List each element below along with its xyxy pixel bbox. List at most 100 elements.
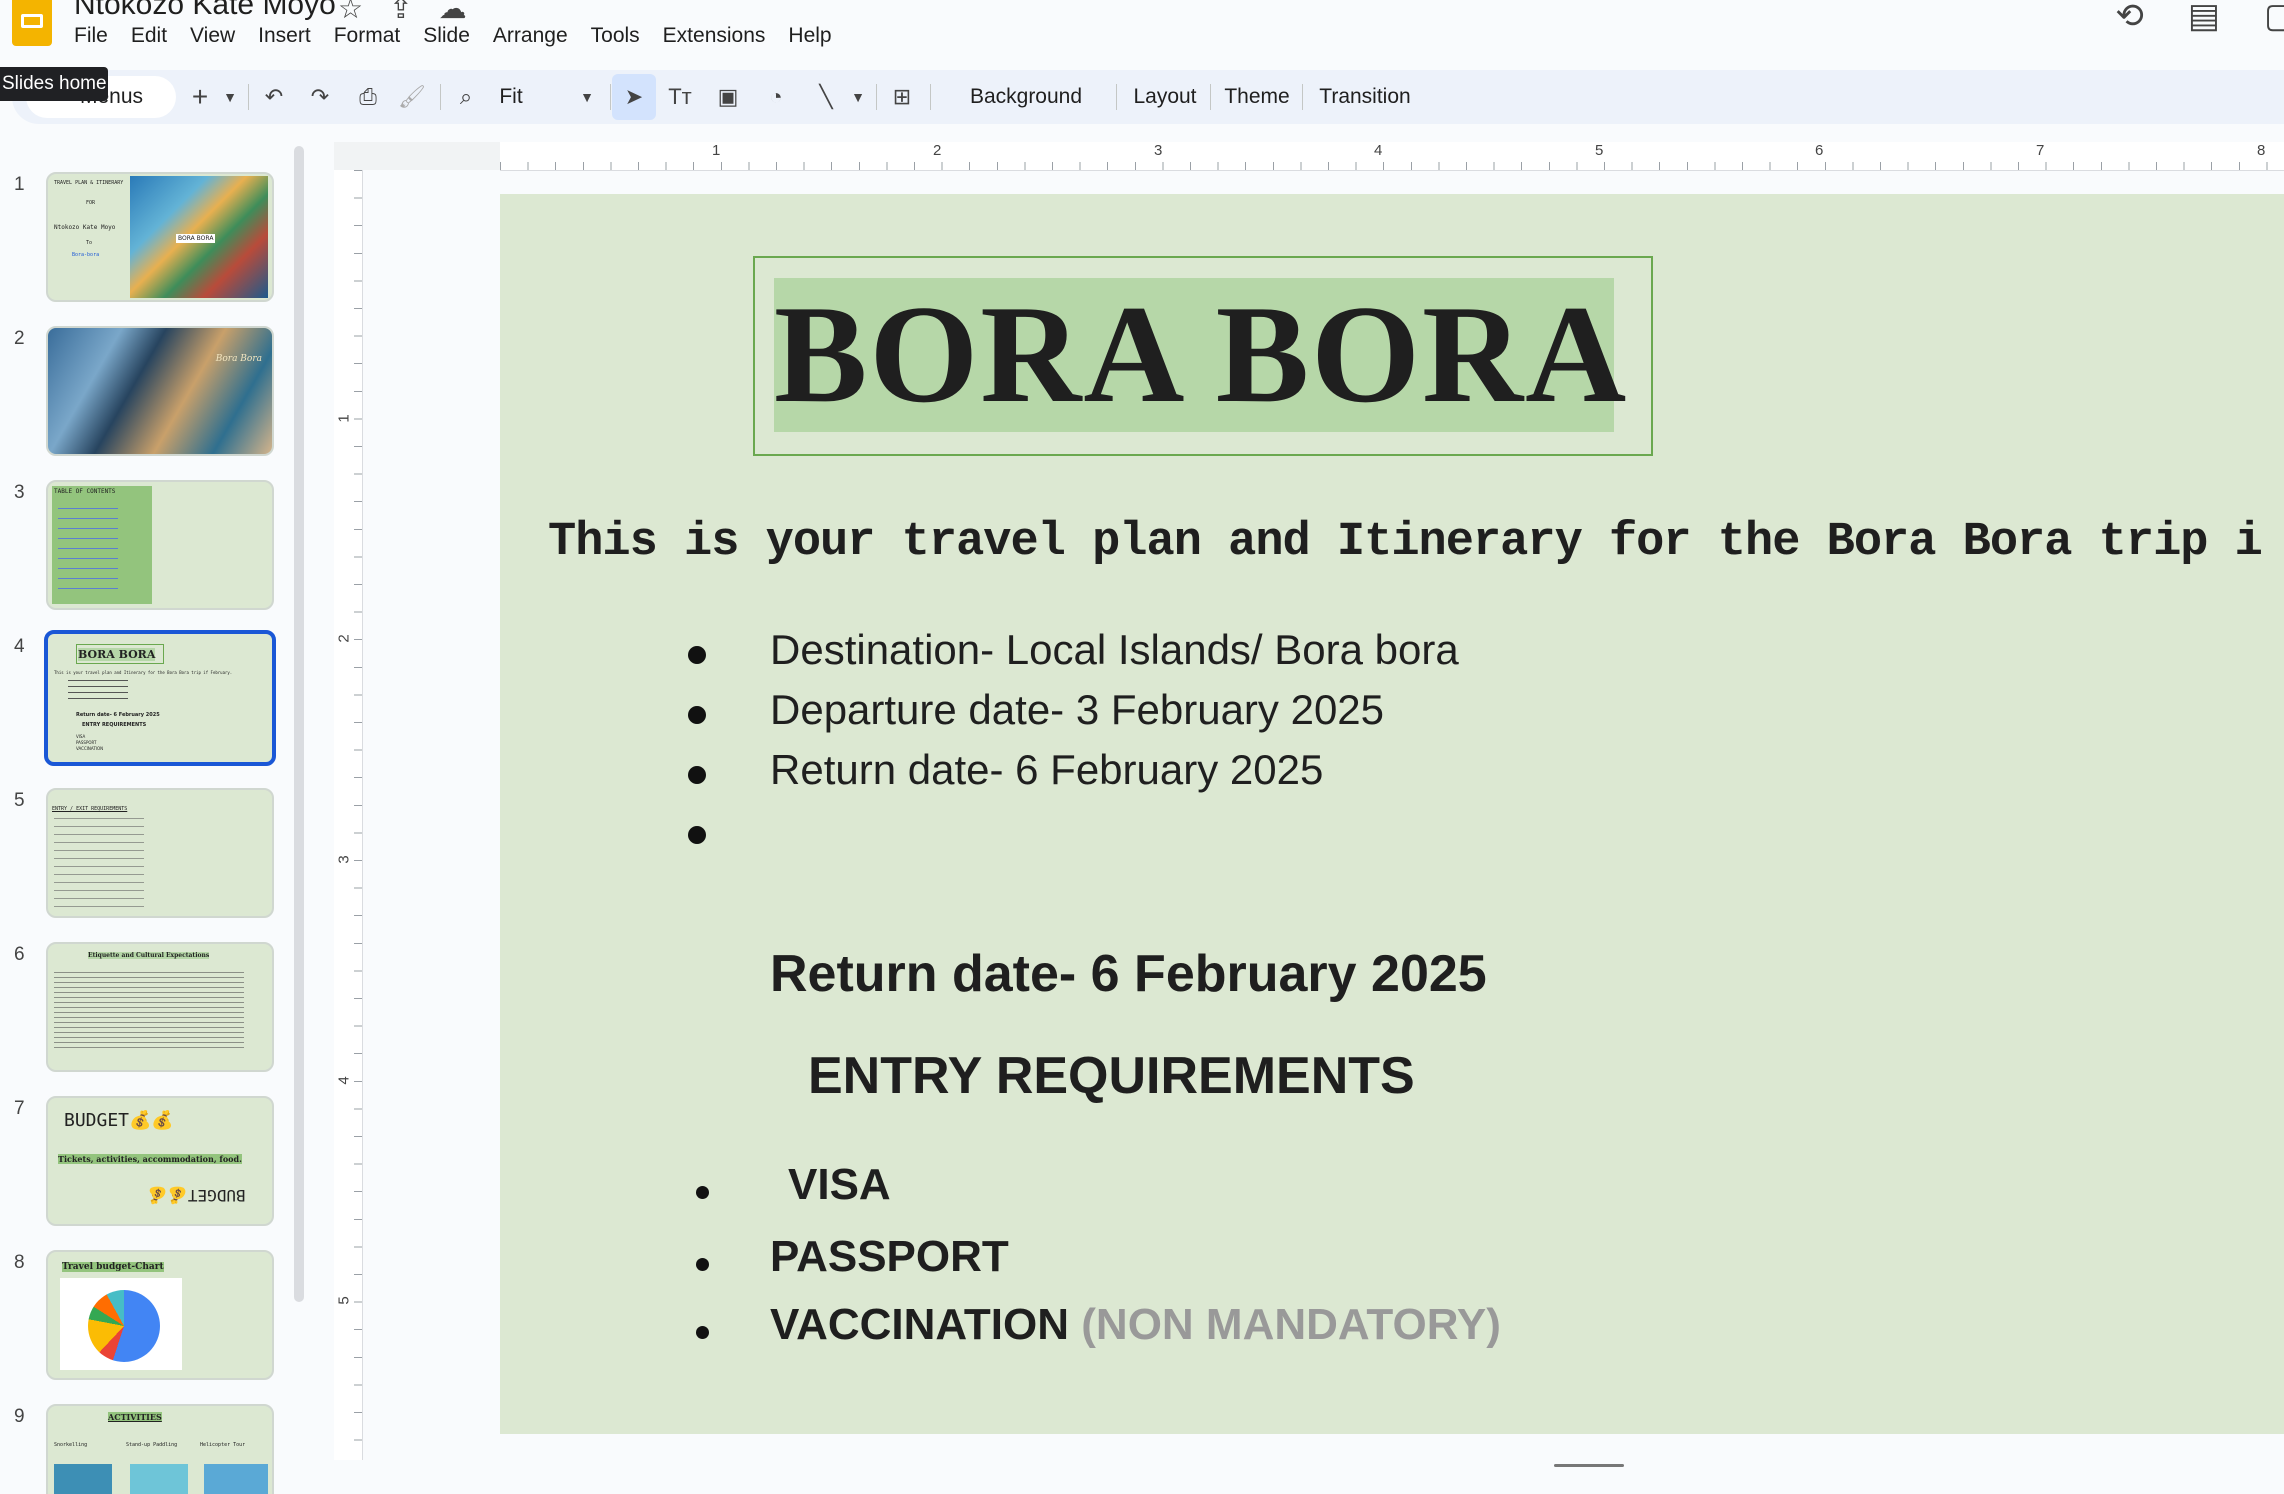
return-date-heading[interactable]: Return date- 6 February 2025 (770, 944, 1487, 1004)
slide-thumbnail-9[interactable]: ACTIVITIES Snorkelling Stand-up Paddling… (46, 1404, 274, 1494)
menu-file[interactable]: File (74, 24, 120, 48)
title-icons: ☆ ⇪ ☁ (338, 0, 467, 25)
undo-icon[interactable]: ↶ (256, 70, 292, 124)
slide-thumbnail-5[interactable]: ENTRY / EXIT REQUIREMENTS (46, 788, 274, 918)
slide-thumbnail-8[interactable]: Travel budget-Chart (46, 1250, 274, 1380)
zoom-dropdown-icon[interactable]: ▼ (572, 70, 602, 124)
select-tool-icon[interactable]: ➤ (612, 74, 656, 120)
horizontal-ruler[interactable]: 1 2 3 4 5 6 7 8 (500, 142, 2284, 171)
present-icon[interactable]: ▢ (2264, 0, 2284, 36)
thumb-text: PASSPORT (76, 740, 97, 745)
zoom-value[interactable]: Fit (486, 70, 536, 124)
slide-thumbnail-2[interactable]: Bora Bora (46, 326, 274, 456)
canvas-scroll-indicator[interactable] (1554, 1464, 1624, 1467)
divider (1116, 84, 1117, 110)
slide-thumbnail-7[interactable]: BUDGET💰💰 Tickets, activities, accommodat… (46, 1096, 274, 1226)
line-icon[interactable]: ╲ (806, 70, 846, 124)
slide-thumbnail-6[interactable]: Etiquette and Cultural Expectations (46, 942, 274, 1072)
divider (440, 84, 441, 110)
thumb-text: ACTIVITIES (108, 1412, 162, 1422)
thumb-text: Helicopter Tour (200, 1442, 246, 1448)
divider (610, 84, 611, 110)
layout-button[interactable]: Layout (1122, 70, 1208, 124)
activity-photo (130, 1464, 188, 1494)
menu-extensions[interactable]: Extensions (663, 24, 778, 48)
paint-format-icon[interactable]: 🖌 (392, 70, 432, 124)
ruler-label: 8 (2257, 142, 2266, 159)
ruler-label: 6 (1815, 142, 1824, 159)
bullet-destination[interactable]: Destination- Local Islands/ Bora bora (770, 626, 1459, 674)
menu-slide[interactable]: Slide (423, 24, 482, 48)
slide-thumbnail-1[interactable]: TRAVEL PLAN & ITINERARY FOR Ntokozo Kate… (46, 172, 274, 302)
ruler-ticks (354, 170, 362, 1460)
zoom-icon[interactable]: ⌕ (446, 70, 486, 124)
ruler-label: 5 (1595, 142, 1604, 159)
comments-icon[interactable]: ▤ (2188, 0, 2220, 36)
toc-lines (58, 508, 118, 598)
bullet-return[interactable]: Return date- 6 February 2025 (770, 746, 1323, 794)
text-box-icon[interactable]: Tт (660, 70, 700, 124)
menu-insert[interactable]: Insert (258, 24, 323, 48)
thumb-chart (60, 1278, 182, 1370)
thumb-text: TRAVEL PLAN & ITINERARY (54, 180, 124, 186)
theme-button[interactable]: Theme (1216, 70, 1298, 124)
slide-title[interactable]: BORA BORA (774, 278, 1626, 432)
divider (876, 84, 877, 110)
ruler-label: 2 (335, 634, 353, 643)
cloud-status-icon[interactable]: ☁ (439, 0, 467, 25)
pie-chart-icon (88, 1290, 160, 1362)
new-slide-dropdown-icon[interactable]: ▼ (218, 70, 242, 124)
bullet-dot (688, 706, 706, 724)
menu-format[interactable]: Format (334, 24, 413, 48)
menu-tools[interactable]: Tools (591, 24, 652, 48)
ruler-label: 3 (1154, 142, 1163, 159)
slide-number: 3 (14, 482, 25, 503)
move-to-folder-icon[interactable]: ⇪ (389, 0, 412, 25)
entry-requirements-heading[interactable]: ENTRY REQUIREMENTS (808, 1046, 1415, 1106)
thumb-text: Stand-up Paddling (126, 1442, 178, 1448)
thumb-text: TABLE OF CONTENTS (54, 488, 116, 495)
activity-photo (54, 1464, 112, 1494)
slide-thumbnail-4[interactable]: BORA BORA This is your travel plan and I… (44, 630, 276, 766)
menu-edit[interactable]: Edit (131, 24, 179, 48)
slide-thumbnail-3[interactable]: TABLE OF CONTENTS (46, 480, 274, 610)
thumb-text: BORA BORA (78, 648, 156, 661)
requirement-vaccination[interactable]: VACCINATION (NON MANDATORY) (770, 1300, 1501, 1350)
thumb-text: VACCINATION (76, 746, 104, 751)
version-history-icon[interactable]: ⟲ (2115, 0, 2144, 36)
print-icon[interactable]: ⎙ (348, 70, 388, 124)
ruler-label: 4 (1374, 142, 1383, 159)
add-comment-icon[interactable]: ⊞ (880, 70, 924, 124)
image-icon[interactable]: ▣ (708, 70, 748, 124)
toolbar: Menus + ▼ ↶ ↷ ⎙ 🖌 ⌕ Fit ▼ ➤ Tт ▣ ◔ ╲ ▼ ⊞… (12, 70, 2284, 124)
new-slide-icon[interactable]: + (182, 70, 218, 124)
menu-arrange[interactable]: Arrange (493, 24, 580, 48)
vertical-ruler[interactable]: 1 2 3 4 5 (334, 170, 363, 1460)
slides-home-tooltip: Slides home (0, 67, 108, 101)
line-dropdown-icon[interactable]: ▼ (846, 70, 870, 124)
slide-subtitle[interactable]: This is your travel plan and Itinerary f… (548, 516, 2263, 569)
menu-view[interactable]: View (190, 24, 247, 48)
slide-canvas[interactable]: BORA BORA This is your travel plan and I… (500, 194, 2284, 1434)
bullet-departure[interactable]: Departure date- 3 February 2025 (770, 686, 1384, 734)
slides-app-icon[interactable] (12, 0, 52, 46)
redo-icon[interactable]: ↷ (302, 70, 338, 124)
transition-button[interactable]: Transition (1308, 70, 1422, 124)
menu-help[interactable]: Help (788, 24, 843, 48)
ruler-margin (334, 142, 500, 170)
thumb-text: This is your travel plan and Itinerary f… (54, 670, 233, 675)
requirement-visa[interactable]: VISA (788, 1160, 891, 1210)
thumb-text: Return date- 6 February 2025 (76, 712, 160, 718)
thumb-text: Etiquette and Cultural Expectations (88, 952, 210, 959)
divider (1210, 84, 1211, 110)
shape-icon[interactable]: ◔ (756, 70, 796, 124)
thumb-text: ENTRY / EXIT REQUIREMENTS (52, 806, 128, 812)
divider (1302, 84, 1303, 110)
document-title[interactable]: Ntokozo Kate Moyo (74, 0, 336, 22)
requirement-passport[interactable]: PASSPORT (770, 1232, 1009, 1282)
slide-number: 6 (14, 944, 25, 965)
star-icon[interactable]: ☆ (338, 0, 363, 25)
background-button[interactable]: Background (938, 70, 1114, 124)
thumb-text: To (86, 240, 93, 246)
thumb-text: VISA (76, 734, 86, 739)
